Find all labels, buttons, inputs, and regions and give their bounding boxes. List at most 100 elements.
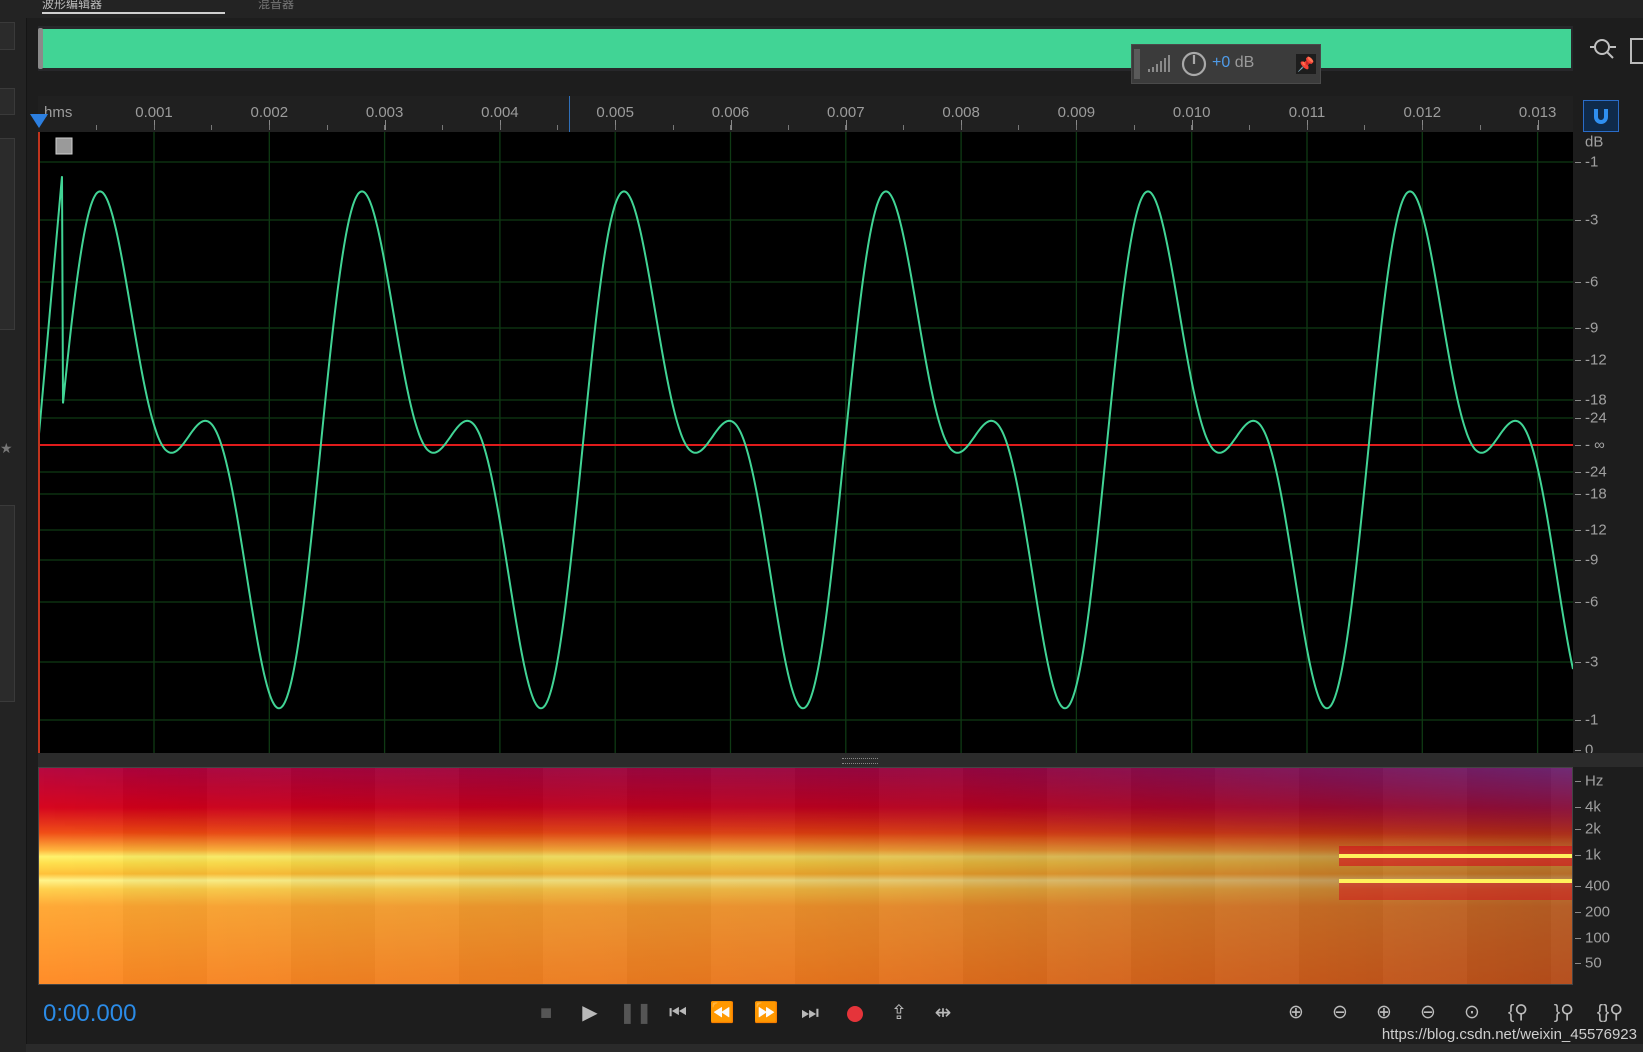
- spectrogram-band: [795, 768, 879, 984]
- db-scale-label: -24: [1585, 463, 1607, 481]
- overview-waveform[interactable]: [38, 26, 1573, 71]
- db-scale-label: - ∞: [1585, 436, 1605, 454]
- zoom-selection-icon[interactable]: {}⚲: [1593, 998, 1627, 1028]
- volume-hud[interactable]: +0 dB 📌: [1131, 44, 1321, 84]
- ruler-minor-tick: [326, 125, 328, 130]
- hz-scale-tick: [1575, 963, 1581, 964]
- ruler-minor-tick: [1306, 125, 1308, 130]
- db-scale-label: -12: [1585, 351, 1607, 369]
- skip-to-start-icon[interactable]: ⏮: [663, 998, 693, 1028]
- hz-scale-tick: [1575, 912, 1581, 913]
- ruler-minor-tick: [614, 125, 616, 130]
- spectrogram-band: [1215, 768, 1299, 984]
- zoom-in-left-icon[interactable]: {⚲: [1501, 998, 1535, 1028]
- spectrogram-band: [711, 768, 795, 984]
- db-scale-tick: [1575, 445, 1581, 446]
- zoom-out-time-icon[interactable]: ⊖: [1411, 998, 1445, 1028]
- db-scale-tick: [1575, 328, 1581, 329]
- ruler-minor-tick: [499, 125, 501, 130]
- db-scale-label: -9: [1585, 319, 1599, 337]
- ruler-tick-label: 0.006: [711, 104, 750, 121]
- volume-db-value[interactable]: +0 dB: [1212, 54, 1254, 72]
- star-icon[interactable]: ★: [0, 440, 13, 457]
- ruler-minor-tick: [903, 125, 905, 130]
- pause-icon[interactable]: ❚❚: [619, 998, 653, 1028]
- db-scale-tick: [1575, 162, 1581, 163]
- ruler-minor-tick: [1421, 125, 1423, 130]
- playhead-marker[interactable]: [30, 114, 48, 128]
- spectrogram-band: [375, 768, 459, 984]
- fast-forward-icon[interactable]: ⏩: [751, 998, 781, 1028]
- db-scale-tick: [1575, 530, 1581, 531]
- ruler-minor-tick: [1133, 125, 1135, 130]
- ruler-minor-tick: [96, 125, 97, 130]
- level-meter-icon: [1148, 55, 1170, 72]
- db-scale-tick: [1575, 560, 1581, 561]
- db-scale-tick: [1575, 282, 1581, 283]
- ruler-tick-label: 0.005: [596, 104, 634, 121]
- spectral-frequency-display[interactable]: [38, 767, 1573, 985]
- db-scale-tick: [1575, 472, 1581, 473]
- skip-selection-icon[interactable]: ⇹: [928, 998, 958, 1028]
- record-icon[interactable]: [840, 998, 870, 1028]
- rewind-icon[interactable]: ⏪: [707, 998, 737, 1028]
- hz-scale-label: 100: [1585, 929, 1611, 947]
- divider-grip[interactable]: [842, 758, 878, 764]
- hz-scale-label: 50: [1585, 954, 1602, 972]
- zoom-in-time-icon[interactable]: ⊕: [1367, 998, 1401, 1028]
- current-time-display[interactable]: 0:00.000: [43, 1000, 136, 1028]
- zoom-in-amplitude-icon[interactable]: ⊕: [1279, 998, 1313, 1028]
- ruler-tick-label: 0.008: [942, 104, 980, 121]
- ruler-minor-tick: [845, 125, 847, 130]
- hz-scale-tick: [1575, 829, 1581, 830]
- db-scale-label: dB: [1585, 133, 1604, 151]
- zoom-in-right-icon[interactable]: }⚲: [1547, 998, 1581, 1028]
- skip-to-end-icon[interactable]: ⏭: [795, 998, 825, 1028]
- hz-scale-tick: [1575, 938, 1581, 939]
- left-panel-tab[interactable]: [0, 22, 15, 50]
- ruler-minor-tick: [1076, 125, 1078, 130]
- waveform-line: [38, 176, 1573, 710]
- db-scale-label: -6: [1585, 593, 1599, 611]
- db-scale-tick: [1575, 662, 1581, 663]
- left-panel-tab[interactable]: [0, 88, 15, 115]
- overview-range-handle[interactable]: [38, 28, 43, 69]
- hud-drag-grip[interactable]: [1134, 49, 1140, 79]
- clip-gain-handle-icon[interactable]: [55, 137, 73, 155]
- snap-toggle-button[interactable]: [1583, 100, 1619, 132]
- zoom-full-icon[interactable]: ⊙: [1455, 998, 1489, 1028]
- spectrogram-band: [1299, 768, 1383, 984]
- panel-divider[interactable]: [38, 753, 1643, 767]
- db-scale-tick: [1575, 220, 1581, 221]
- ruler-minor-tick: [1249, 125, 1250, 130]
- zoom-navigator-icon[interactable]: [1588, 34, 1618, 64]
- pin-icon[interactable]: 📌: [1296, 54, 1316, 74]
- overview-wave-fill: [42, 29, 1571, 68]
- hz-scale-tick: [1575, 807, 1581, 808]
- tab-waveform-editor[interactable]: 波形编辑器: [42, 0, 225, 14]
- hz-scale-label: Hz: [1585, 772, 1604, 790]
- play-icon[interactable]: ▶: [575, 998, 605, 1028]
- zoom-out-amplitude-icon[interactable]: ⊖: [1323, 998, 1357, 1028]
- left-panel-strip: ★: [0, 0, 27, 1052]
- stop-icon[interactable]: ■: [531, 998, 561, 1028]
- spectrogram-band: [1131, 768, 1215, 984]
- ruler-cursor-marker: [569, 96, 570, 132]
- ruler-tick-label: 0.011: [1288, 104, 1326, 121]
- waveform-display[interactable]: [38, 132, 1573, 753]
- loop-playback-icon[interactable]: ⇪: [884, 998, 914, 1028]
- panel-toggle-icon[interactable]: [1630, 38, 1643, 64]
- time-ruler[interactable]: hms 0.001 0.002 0.003 0.004 0.005 0.006 0.007 0…: [38, 96, 1596, 133]
- db-scale-tick: [1575, 418, 1581, 419]
- tab-mixer[interactable]: 混音器: [258, 0, 294, 10]
- ruler-tick-label: 0.003: [365, 104, 404, 121]
- spectrogram-band: [1467, 768, 1551, 984]
- db-scale-label: -12: [1585, 521, 1607, 539]
- db-scale-label: -9: [1585, 551, 1599, 569]
- spectrogram-band: [459, 768, 543, 984]
- hz-scale-label: 4k: [1585, 798, 1601, 816]
- left-panel-section: [0, 505, 15, 702]
- volume-knob-icon[interactable]: [1180, 50, 1208, 78]
- spectrogram-band: [543, 768, 627, 984]
- ruler-minor-tick: [1537, 125, 1539, 130]
